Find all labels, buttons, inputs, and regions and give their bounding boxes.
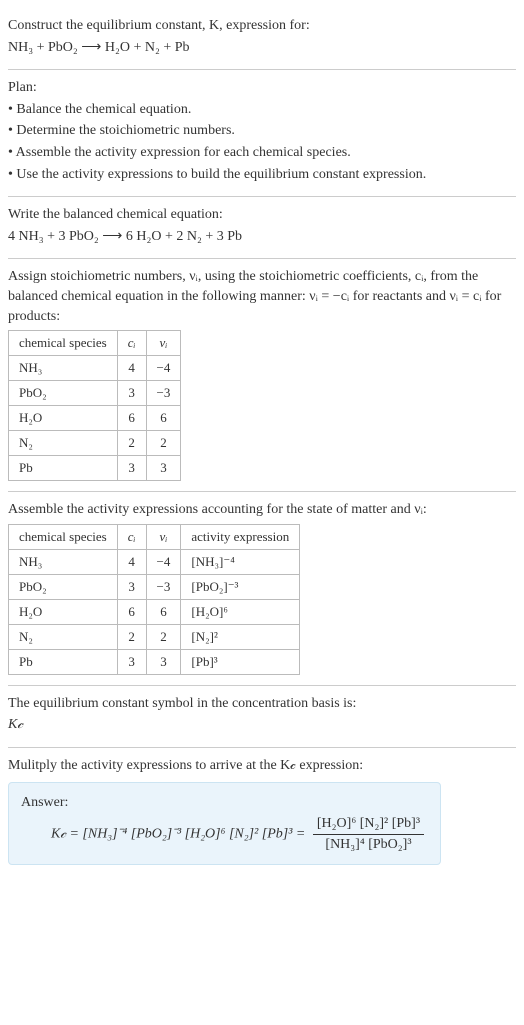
stoich-table: chemical species cᵢ νᵢ NH₃ 4 −4 PbO₂ 3 −… <box>8 330 181 481</box>
cell-species: H₂O <box>9 406 118 431</box>
col-activity: activity expression <box>181 524 300 549</box>
col-vi: νᵢ <box>146 524 181 549</box>
cell-species: PbO₂ <box>9 381 118 406</box>
result-intro: Mulitply the activity expressions to arr… <box>8 756 516 776</box>
table-header-row: chemical species cᵢ νᵢ activity expressi… <box>9 524 300 549</box>
cell-vi: −4 <box>146 549 181 574</box>
cell-species: N₂ <box>9 431 118 456</box>
cell-vi: 6 <box>146 599 181 624</box>
cell-ci: 4 <box>117 356 146 381</box>
stoich-intro: Assign stoichiometric numbers, νᵢ, using… <box>8 267 516 326</box>
answer-expression: K𝒸 = [NH₃]⁻⁴ [PbO₂]⁻³ [H₂O]⁶ [N₂]² [Pb]³… <box>21 814 428 854</box>
cell-activity: [N₂]² <box>181 624 300 649</box>
prompt-title: Construct the equilibrium constant, K, e… <box>8 16 516 36</box>
cell-species: Pb <box>9 649 118 674</box>
cell-species: Pb <box>9 456 118 481</box>
fraction-denominator: [NH₃]⁴ [PbO₂]³ <box>313 835 424 855</box>
table-row: H₂O 6 6 <box>9 406 181 431</box>
cell-species: NH₃ <box>9 549 118 574</box>
table-header-row: chemical species cᵢ νᵢ <box>9 331 181 356</box>
table-row: N₂ 2 2 [N₂]² <box>9 624 300 649</box>
cell-vi: −3 <box>146 381 181 406</box>
plan-bullet: • Balance the chemical equation. <box>8 100 516 120</box>
cell-vi: −3 <box>146 574 181 599</box>
cell-vi: −4 <box>146 356 181 381</box>
col-ci: cᵢ <box>117 331 146 356</box>
cell-vi: 6 <box>146 406 181 431</box>
stoich-section: Assign stoichiometric numbers, νᵢ, using… <box>8 259 516 492</box>
balanced-title: Write the balanced chemical equation: <box>8 205 516 225</box>
cell-vi: 3 <box>146 456 181 481</box>
cell-ci: 3 <box>117 649 146 674</box>
cell-vi: 3 <box>146 649 181 674</box>
cell-species: PbO₂ <box>9 574 118 599</box>
cell-ci: 3 <box>117 381 146 406</box>
plan-bullet: • Determine the stoichiometric numbers. <box>8 121 516 141</box>
cell-ci: 3 <box>117 574 146 599</box>
table-row: NH₃ 4 −4 [NH₃]⁻⁴ <box>9 549 300 574</box>
table-row: NH₃ 4 −4 <box>9 356 181 381</box>
result-section: Mulitply the activity expressions to arr… <box>8 748 516 875</box>
fraction-numerator: [H₂O]⁶ [N₂]² [Pb]³ <box>313 814 424 835</box>
table-row: N₂ 2 2 <box>9 431 181 456</box>
cell-activity: [NH₃]⁻⁴ <box>181 549 300 574</box>
activity-section: Assemble the activity expressions accoun… <box>8 492 516 686</box>
col-vi: νᵢ <box>146 331 181 356</box>
cell-ci: 2 <box>117 431 146 456</box>
cell-ci: 6 <box>117 406 146 431</box>
symbol-section: The equilibrium constant symbol in the c… <box>8 686 516 748</box>
balanced-section: Write the balanced chemical equation: 4 … <box>8 197 516 259</box>
table-row: Pb 3 3 <box>9 456 181 481</box>
prompt-section: Construct the equilibrium constant, K, e… <box>8 8 516 70</box>
activity-intro: Assemble the activity expressions accoun… <box>8 500 516 520</box>
cell-ci: 3 <box>117 456 146 481</box>
table-row: PbO₂ 3 −3 <box>9 381 181 406</box>
plan-title: Plan: <box>8 78 516 98</box>
cell-ci: 4 <box>117 549 146 574</box>
col-ci: cᵢ <box>117 524 146 549</box>
plan-bullet: • Use the activity expressions to build … <box>8 165 516 185</box>
cell-species: NH₃ <box>9 356 118 381</box>
col-species: chemical species <box>9 331 118 356</box>
answer-lhs: K𝒸 = [NH₃]⁻⁴ [PbO₂]⁻³ [H₂O]⁶ [N₂]² [Pb]³… <box>51 826 309 841</box>
answer-box: Answer: K𝒸 = [NH₃]⁻⁴ [PbO₂]⁻³ [H₂O]⁶ [N₂… <box>8 782 441 866</box>
table-row: H₂O 6 6 [H₂O]⁶ <box>9 599 300 624</box>
plan-section: Plan: • Balance the chemical equation. •… <box>8 70 516 197</box>
cell-activity: [H₂O]⁶ <box>181 599 300 624</box>
cell-activity: [Pb]³ <box>181 649 300 674</box>
answer-label: Answer: <box>21 793 428 813</box>
prompt-equation: NH₃ + PbO₂ ⟶ H₂O + N₂ + Pb <box>8 38 516 58</box>
table-row: Pb 3 3 [Pb]³ <box>9 649 300 674</box>
plan-bullet: • Assemble the activity expression for e… <box>8 143 516 163</box>
cell-species: H₂O <box>9 599 118 624</box>
table-row: PbO₂ 3 −3 [PbO₂]⁻³ <box>9 574 300 599</box>
symbol-text: The equilibrium constant symbol in the c… <box>8 694 516 714</box>
cell-vi: 2 <box>146 624 181 649</box>
cell-ci: 6 <box>117 599 146 624</box>
col-species: chemical species <box>9 524 118 549</box>
balanced-equation: 4 NH₃ + 3 PbO₂ ⟶ 6 H₂O + 2 N₂ + 3 Pb <box>8 227 516 247</box>
cell-vi: 2 <box>146 431 181 456</box>
answer-fraction: [H₂O]⁶ [N₂]² [Pb]³ [NH₃]⁴ [PbO₂]³ <box>313 814 424 854</box>
cell-ci: 2 <box>117 624 146 649</box>
activity-table: chemical species cᵢ νᵢ activity expressi… <box>8 524 300 675</box>
cell-activity: [PbO₂]⁻³ <box>181 574 300 599</box>
cell-species: N₂ <box>9 624 118 649</box>
symbol-kc: K𝒸 <box>8 715 516 735</box>
